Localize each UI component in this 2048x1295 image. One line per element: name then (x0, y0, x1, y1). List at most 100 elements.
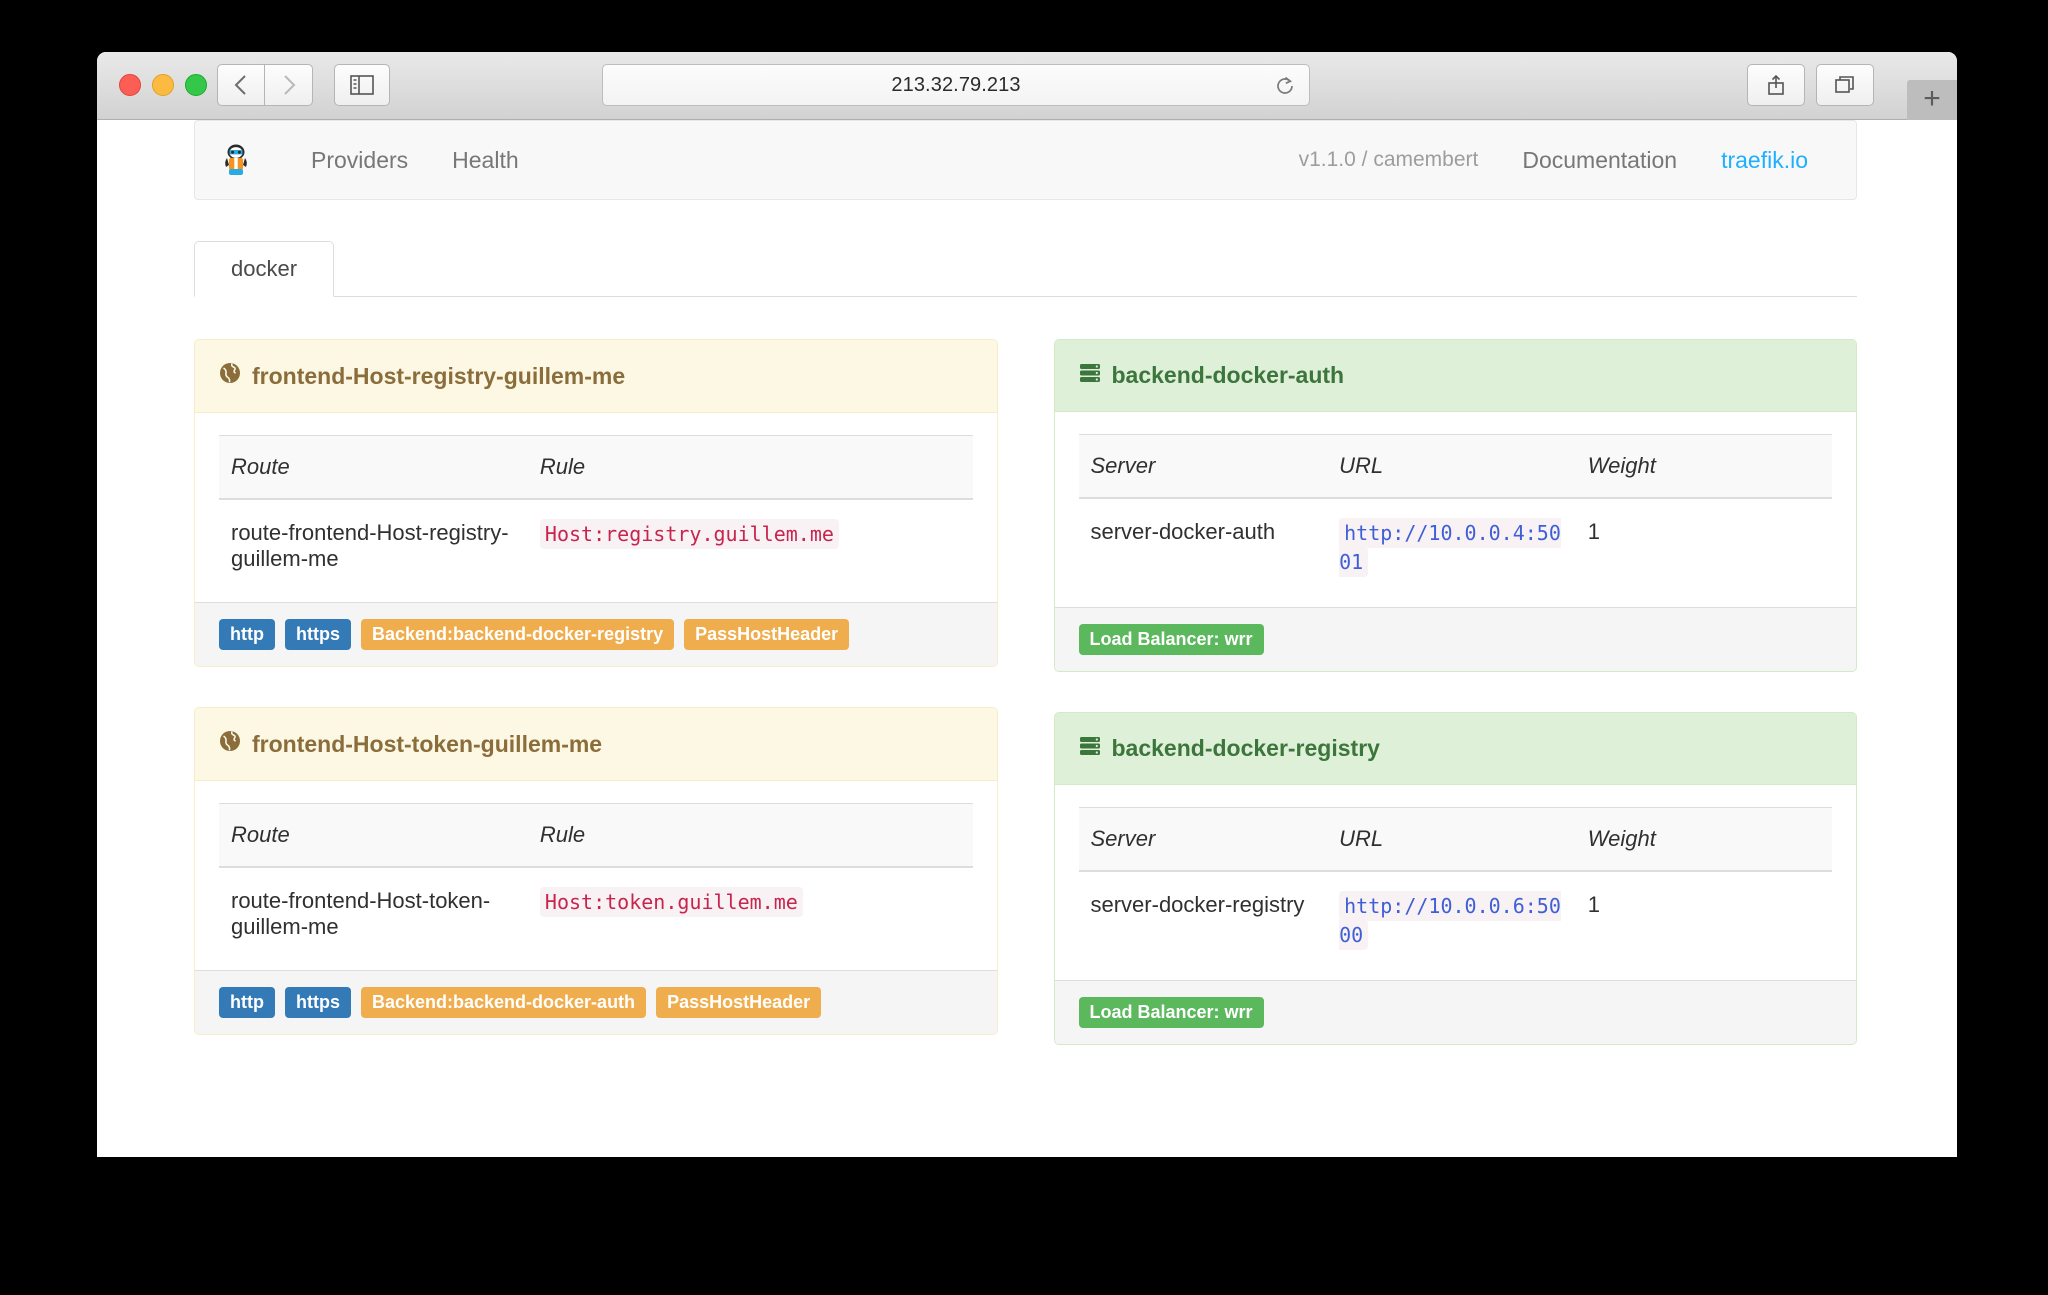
backends-column: backend-docker-auth Server URL Weight se… (1053, 339, 1857, 1085)
reload-button[interactable] (1273, 74, 1297, 103)
nav-link-providers[interactable]: Providers (289, 147, 430, 174)
nav-link-documentation[interactable]: Documentation (1500, 147, 1699, 174)
frontend-panel-footer: http https Backend:backend-docker-auth P… (195, 970, 997, 1034)
sidebar-icon (350, 75, 374, 95)
label-backend: Backend:backend-docker-registry (360, 619, 675, 650)
server-stack-icon (1079, 362, 1101, 389)
weight-cell: 1 (1587, 519, 1601, 544)
column-header-route: Route (219, 803, 528, 868)
tabs-icon (1835, 76, 1854, 93)
label-http: http (219, 987, 275, 1018)
tab-docker[interactable]: docker (194, 241, 335, 297)
share-icon (1768, 74, 1784, 95)
backend-panel: backend-docker-registry Server URL Weigh… (1053, 712, 1857, 1045)
back-button[interactable] (217, 64, 265, 106)
app-navbar: Providers Health v1.1.0 / camembert Docu… (194, 120, 1857, 200)
globe-icon (219, 362, 241, 390)
navigation-buttons (217, 64, 313, 106)
address-bar[interactable]: 213.32.79.213 (602, 64, 1310, 106)
frontend-routes-table: Route Rule route-frontend-Host-token-gui… (219, 803, 973, 962)
backend-servers-table: Server URL Weight server-docker-registry (1078, 807, 1833, 972)
url-text: 213.32.79.213 (891, 73, 1021, 96)
table-row: route-frontend-Host-registry-guillem-me … (219, 499, 973, 594)
rule-cell: Host:token.guillem.me (528, 867, 973, 962)
column-header-url: URL (1327, 807, 1576, 872)
server-stack-icon (1079, 735, 1101, 762)
column-header-server: Server (1078, 434, 1328, 499)
frontend-panel-heading: frontend-Host-registry-guillem-me (195, 340, 997, 413)
browser-window: 213.32.79.213 + Providers Health v1.1.0 … (97, 52, 1957, 1157)
table-header-row: Server URL Weight (1078, 434, 1832, 499)
backend-panel-body: Server URL Weight server-docker-auth htt… (1054, 412, 1856, 607)
frontend-panel: frontend-Host-token-guillem-me Route Rul… (194, 707, 998, 1035)
label-passhostheader: PassHostHeader (684, 619, 850, 650)
server-cell: server-docker-auth (1090, 519, 1276, 544)
chevron-left-icon (234, 75, 246, 95)
rule-cell: Host:registry.guillem.me (528, 499, 973, 594)
rule-code: Host:registry.guillem.me (539, 519, 839, 549)
label-https: https (284, 987, 351, 1018)
forward-button[interactable] (265, 64, 313, 106)
backend-panel-heading: backend-docker-auth (1054, 340, 1856, 412)
column-header-spacer (806, 435, 973, 500)
show-sidebar-button[interactable] (334, 64, 390, 106)
nav-link-traefik-io[interactable]: traefik.io (1699, 147, 1830, 174)
label-backend: Backend:backend-docker-auth (360, 987, 647, 1018)
server-cell: server-docker-registry (1090, 892, 1305, 917)
url-cell: http://10.0.0.4:5001 (1327, 498, 1576, 599)
backend-panel-body: Server URL Weight server-docker-registry (1054, 785, 1856, 980)
new-tab-button[interactable]: + (1907, 80, 1957, 120)
chevron-right-icon (283, 75, 295, 95)
column-header-route: Route (219, 435, 528, 500)
provider-tabs: docker (194, 240, 1857, 297)
frontend-panel-footer: http https Backend:backend-docker-regist… (195, 602, 997, 666)
traefik-logo-icon[interactable] (221, 143, 251, 177)
label-load-balancer: Load Balancer: wrr (1078, 624, 1264, 655)
table-row: server-docker-registry http://10.0.0.6:5… (1079, 871, 1833, 972)
column-header-rule: Rule (527, 435, 807, 500)
backend-panel-footer: Load Balancer: wrr (1054, 607, 1856, 671)
backend-servers-table: Server URL Weight server-docker-auth htt… (1078, 434, 1833, 599)
column-header-url: URL (1327, 434, 1576, 499)
share-button[interactable] (1747, 64, 1805, 106)
show-all-tabs-button[interactable] (1816, 64, 1874, 106)
table-header-row: Route Rule (219, 803, 973, 868)
frontend-routes-table: Route Rule route-frontend-Host-registry-… (219, 435, 973, 594)
dashboard-columns: frontend-Host-registry-guillem-me Route … (194, 339, 1857, 1085)
globe-icon (219, 730, 241, 758)
frontend-panel-heading: frontend-Host-token-guillem-me (195, 708, 997, 781)
close-window-button[interactable] (119, 74, 141, 96)
sidebar-button-wrap (334, 64, 390, 106)
page-container: Providers Health v1.1.0 / camembert Docu… (194, 120, 1857, 1085)
column-header-spacer (806, 803, 973, 868)
zoom-window-button[interactable] (185, 74, 207, 96)
browser-titlebar: 213.32.79.213 + (97, 52, 1957, 120)
label-load-balancer: Load Balancer: wrr (1078, 997, 1264, 1028)
frontend-panel: frontend-Host-registry-guillem-me Route … (194, 339, 998, 667)
column-header-weight: Weight (1575, 807, 1832, 872)
column-header-weight: Weight (1575, 434, 1832, 499)
backend-panel-title: backend-docker-auth (1111, 362, 1345, 388)
nav-link-health[interactable]: Health (430, 147, 540, 174)
frontend-panel-title: frontend-Host-token-guillem-me (252, 730, 603, 757)
toolbar-right-buttons (1747, 64, 1874, 106)
rule-code: Host:token.guillem.me (539, 887, 803, 917)
url-code: http://10.0.0.6:5000 (1339, 891, 1561, 950)
backend-panel-footer: Load Balancer: wrr (1054, 980, 1856, 1044)
frontend-panel-body: Route Rule route-frontend-Host-registry-… (195, 413, 997, 602)
backend-panel-heading: backend-docker-registry (1054, 713, 1856, 785)
weight-cell: 1 (1587, 892, 1601, 917)
reload-icon (1277, 76, 1293, 94)
frontends-column: frontend-Host-registry-guillem-me Route … (194, 339, 998, 1085)
frontend-panel-body: Route Rule route-frontend-Host-token-gui… (195, 781, 997, 970)
column-header-rule: Rule (527, 803, 807, 868)
table-row: server-docker-auth http://10.0.0.4:5001 … (1079, 498, 1833, 599)
table-row: route-frontend-Host-token-guillem-me Hos… (219, 867, 973, 962)
route-cell: route-frontend-Host-token-guillem-me (231, 888, 491, 939)
table-header-row: Server URL Weight (1078, 807, 1832, 872)
minimize-window-button[interactable] (152, 74, 174, 96)
backend-panel: backend-docker-auth Server URL Weight se… (1053, 339, 1857, 672)
label-passhostheader: PassHostHeader (656, 987, 822, 1018)
column-header-server: Server (1078, 807, 1328, 872)
backend-panel-title: backend-docker-registry (1111, 735, 1380, 761)
